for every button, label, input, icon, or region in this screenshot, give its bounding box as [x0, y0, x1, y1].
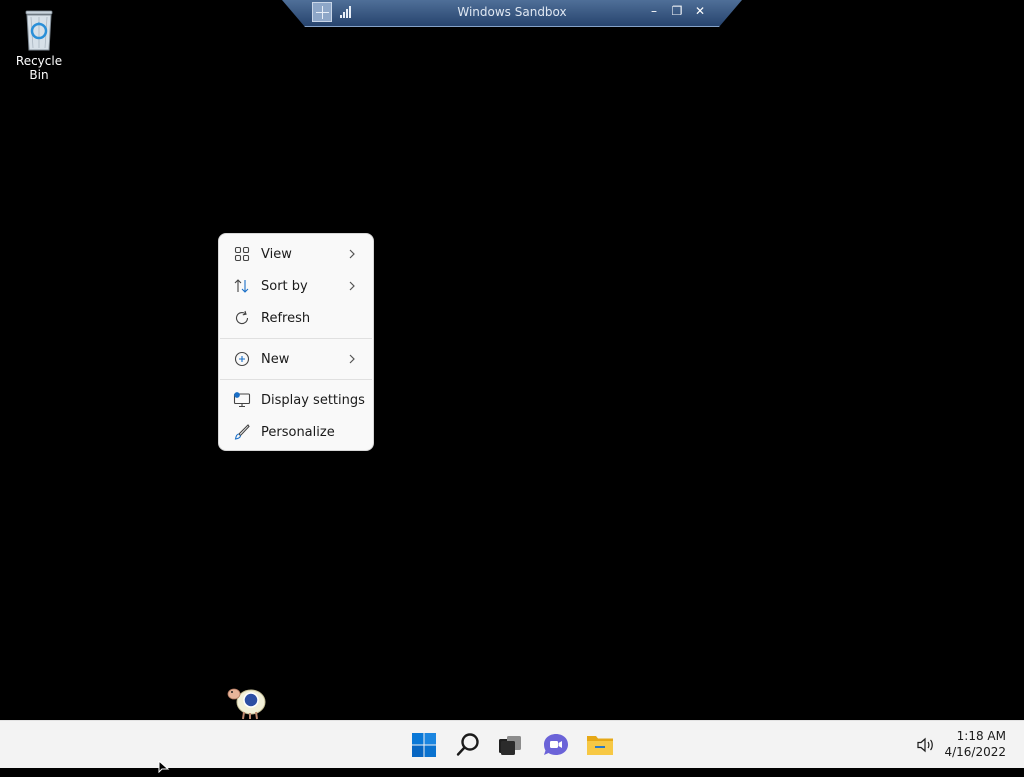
menu-item-sort-by[interactable]: Sort by	[219, 270, 373, 302]
clock-date: 4/16/2022	[944, 745, 1006, 759]
menu-item-display-settings[interactable]: Display settings	[219, 384, 373, 416]
refresh-icon	[233, 309, 251, 327]
mouse-cursor-icon	[158, 758, 170, 774]
menu-item-refresh[interactable]: Refresh	[219, 302, 373, 334]
taskbar: 1:18 AM 4/16/2022	[0, 720, 1024, 768]
menu-item-personalize[interactable]: Personalize	[219, 416, 373, 448]
chevron-right-icon	[347, 246, 357, 262]
display-settings-icon	[233, 391, 251, 409]
windows-start-icon[interactable]	[408, 729, 440, 761]
view-grid-icon	[233, 245, 251, 263]
menu-item-view[interactable]: View	[219, 238, 373, 270]
menu-item-new[interactable]: New	[219, 343, 373, 375]
desktop-context-menu: View Sort by Refresh New Display setting…	[218, 233, 374, 451]
personalize-brush-icon	[233, 423, 251, 441]
recycle-bin-icon	[21, 8, 57, 52]
menu-item-label: Personalize	[261, 424, 335, 440]
desktop-icon-label: Recycle Bin	[15, 54, 63, 82]
menu-item-label: Sort by	[261, 278, 308, 294]
desktop-icon-recycle-bin[interactable]: Recycle Bin	[6, 8, 72, 82]
minimize-button[interactable]: –	[646, 3, 662, 19]
menu-item-label: Display settings	[261, 392, 365, 408]
file-explorer-icon[interactable]	[584, 729, 616, 761]
new-plus-icon	[233, 350, 251, 368]
menu-item-label: Refresh	[261, 310, 311, 326]
task-view-icon[interactable]	[494, 729, 526, 761]
menu-item-label: New	[261, 351, 290, 367]
menu-separator	[220, 379, 372, 380]
chat-icon[interactable]	[540, 729, 572, 761]
chevron-right-icon	[347, 351, 357, 367]
restore-button[interactable]: ❐	[669, 3, 685, 19]
desktop-background[interactable]: Windows Sandbox – ❐ ✕ Recycle Bin View S…	[0, 0, 1024, 720]
speaker-icon[interactable]	[912, 729, 940, 761]
search-icon[interactable]	[452, 729, 484, 761]
chevron-right-icon	[347, 278, 357, 294]
sort-icon	[233, 277, 251, 295]
menu-separator	[220, 338, 372, 339]
menu-item-label: View	[261, 246, 292, 262]
close-button[interactable]: ✕	[692, 3, 708, 19]
system-clock[interactable]: 1:18 AM 4/16/2022	[944, 728, 1006, 760]
desktop-sheep-pet[interactable]	[226, 682, 268, 720]
clock-time: 1:18 AM	[956, 729, 1006, 743]
remote-connection-bar[interactable]: Windows Sandbox – ❐ ✕	[282, 0, 742, 27]
